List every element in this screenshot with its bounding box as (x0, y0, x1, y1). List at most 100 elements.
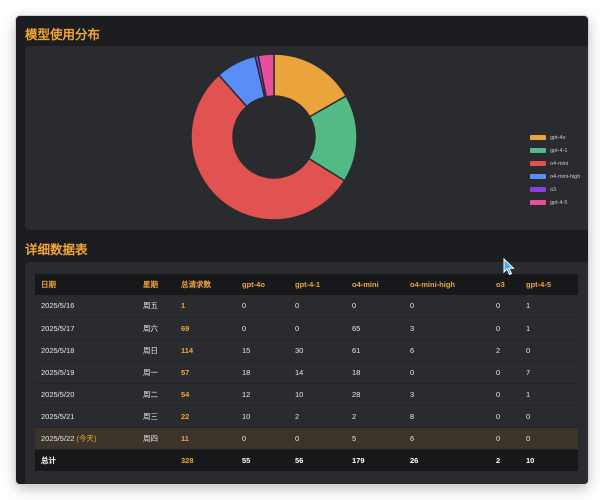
model-count-cell: 28 (352, 389, 361, 399)
table-row: 2025/5/21 周三 22 10 2 2 8 0 0 (35, 405, 578, 427)
column-header: 日期 (41, 280, 56, 289)
weekday-cell: 周五 (143, 301, 158, 311)
total-weekday-cell (137, 449, 175, 471)
model-count-cell: 0 (242, 433, 247, 443)
date-cell: 2025/5/22 (今天) (35, 427, 137, 449)
total-requests-cell: 69 (181, 323, 190, 333)
pointer-cursor-icon (503, 258, 515, 276)
date-text: 2025/5/19 (41, 367, 75, 377)
model-total-cell: 10 (526, 455, 535, 465)
column-header: gpt-4-5 (526, 280, 551, 289)
total-requests-cell: 11 (181, 433, 189, 443)
model-count-cell: 30 (295, 345, 304, 355)
column-header: o4-mini (352, 280, 379, 289)
model-count-cell: 10 (295, 389, 304, 399)
legend-item[interactable]: o4-mini-high (530, 170, 580, 183)
total-requests-cell: 57 (181, 367, 190, 377)
table-row: 2025/5/20 周二 54 12 10 28 3 0 1 (35, 383, 578, 405)
model-count-cell: 18 (242, 367, 251, 377)
model-count-cell: 6 (410, 433, 415, 443)
legend-item[interactable]: gpt-4-5 (530, 196, 580, 209)
column-header: 星期 (143, 280, 158, 289)
weekday-cell: 周六 (143, 323, 158, 333)
legend-item[interactable]: gpt-4o (530, 131, 580, 144)
date-cell: 2025/5/17 (35, 317, 137, 339)
model-count-cell: 18 (352, 367, 361, 377)
table-panel: 日期 星期 总请求数 gpt-4o gpt-4-1 o4-mini o4-mini-high… (25, 262, 588, 484)
date-text: 2025/5/20 (41, 389, 75, 399)
table-section-title: 详细数据表 (25, 243, 88, 257)
legend-swatch (530, 187, 546, 192)
model-count-cell: 14 (295, 367, 304, 377)
model-count-cell: 3 (410, 389, 415, 399)
model-count-cell: 2 (352, 411, 357, 421)
table-row: 2025/5/16 周五 1 0 0 0 0 0 1 (35, 295, 578, 317)
date-text: 2025/5/16 (41, 301, 75, 311)
model-count-cell: 0 (496, 323, 501, 333)
model-count-cell: 15 (242, 345, 251, 355)
legend-label: gpt-4-5 (550, 199, 568, 206)
date-cell: 2025/5/16 (35, 295, 137, 317)
donut-chart (190, 53, 358, 221)
total-requests-cell: 1 (181, 301, 186, 311)
date-text: 2025/5/17 (41, 323, 75, 333)
model-count-cell: 10 (242, 411, 251, 421)
date-cell: 2025/5/19 (35, 361, 137, 383)
model-count-cell: 0 (410, 367, 415, 377)
model-count-cell: 0 (410, 301, 415, 311)
total-requests-cell: 22 (181, 411, 190, 421)
model-count-cell: 2 (295, 411, 300, 421)
model-count-cell: 61 (352, 345, 361, 355)
date-text: 2025/5/22 (41, 433, 75, 443)
table-row: 2025/5/17 周六 69 0 0 65 3 0 1 (35, 317, 578, 339)
model-count-cell: 12 (242, 389, 251, 399)
model-count-cell: 0 (496, 411, 501, 421)
grand-total-cell: 328 (181, 455, 194, 465)
model-total-cell: 2 (496, 455, 501, 465)
legend-item[interactable]: o4-mini (530, 157, 580, 170)
legend-swatch (530, 200, 546, 205)
weekday-cell: 周日 (143, 345, 158, 355)
legend-item[interactable]: o3 (530, 183, 580, 196)
model-count-cell: 0 (352, 301, 357, 311)
app-window: 模型使用分布 gpt-4o gpt-4-1 o4-mini o4-mini-high o… (16, 16, 588, 484)
date-cell: 2025/5/18 (35, 339, 137, 361)
weekday-cell: 周一 (143, 367, 158, 377)
date-text: 2025/5/18 (41, 345, 75, 355)
model-total-cell: 55 (242, 455, 251, 465)
model-total-cell: 179 (352, 455, 365, 465)
legend-swatch (530, 135, 546, 140)
model-count-cell: 5 (352, 433, 357, 443)
date-text: 2025/5/21 (41, 411, 75, 421)
model-count-cell: 0 (526, 433, 531, 443)
legend-swatch (530, 161, 546, 166)
model-count-cell: 2 (496, 345, 501, 355)
weekday-cell: 周四 (143, 433, 158, 443)
date-cell: 2025/5/21 (35, 405, 137, 427)
model-count-cell: 1 (526, 301, 531, 311)
today-tag: (今天) (76, 433, 97, 443)
model-count-cell: 1 (526, 323, 531, 333)
model-count-cell: 0 (242, 323, 247, 333)
legend-item[interactable]: gpt-4-1 (530, 144, 580, 157)
table-header-row: 日期 星期 总请求数 gpt-4o gpt-4-1 o4-mini o4-mini-high… (35, 274, 578, 295)
chart-legend: gpt-4o gpt-4-1 o4-mini o4-mini-high o3 gpt-4-… (530, 131, 580, 209)
model-count-cell: 1 (526, 389, 531, 399)
total-label: 总计 (41, 455, 56, 465)
model-count-cell: 0 (496, 367, 501, 377)
table-row: 2025/5/19 周一 57 18 14 18 0 0 7 (35, 361, 578, 383)
legend-label: o4-mini (550, 160, 569, 167)
total-requests-cell: 114 (181, 345, 194, 355)
model-count-cell: 3 (410, 323, 415, 333)
table-row: 2025/5/18 周日 114 15 30 61 6 2 0 (35, 339, 578, 361)
model-count-cell: 0 (295, 301, 300, 311)
column-header: o3 (496, 280, 505, 289)
model-total-cell: 56 (295, 455, 304, 465)
model-count-cell: 8 (410, 411, 415, 421)
model-count-cell: 0 (496, 433, 501, 443)
model-count-cell: 0 (496, 389, 501, 399)
model-count-cell: 0 (526, 345, 531, 355)
total-requests-cell: 54 (181, 389, 190, 399)
model-count-cell: 0 (295, 323, 300, 333)
weekday-cell: 周二 (143, 389, 158, 399)
